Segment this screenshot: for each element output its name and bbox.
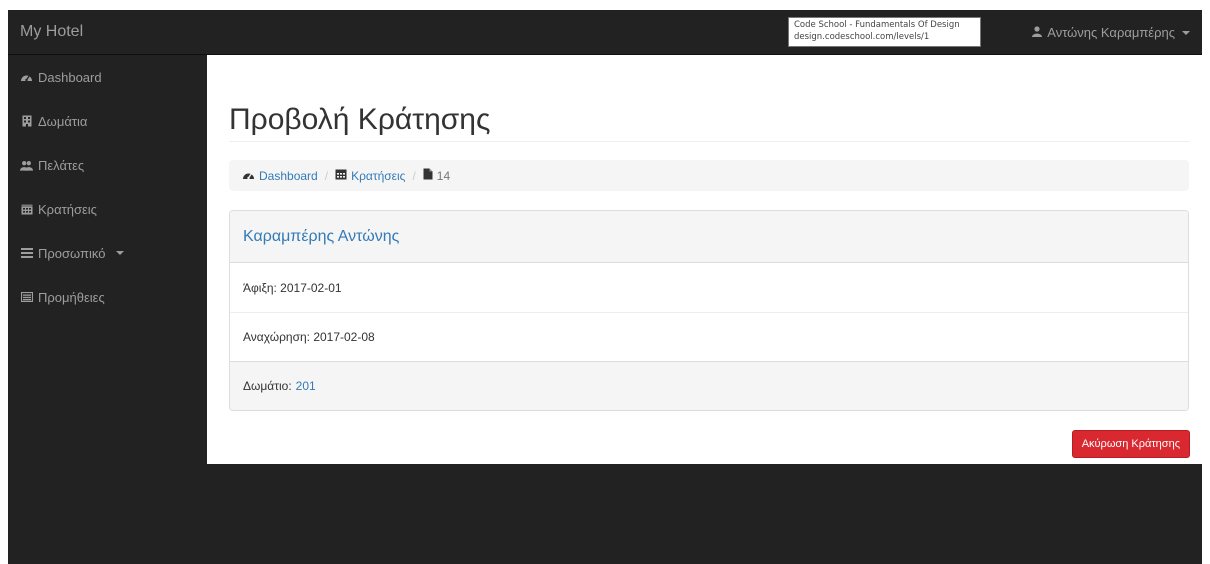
user-icon (1032, 25, 1043, 40)
users-icon (20, 159, 33, 172)
breadcrumb-item-current: 14 (423, 168, 450, 183)
tooltip-title: Code School - Fundamentals Of Design (794, 20, 960, 30)
panel-heading: Καραμπέρης Αντώνης (230, 211, 1188, 263)
arrival-row: Άφιξη: 2017-02-01 (243, 280, 342, 295)
top-navbar: My Hotel Code School - Fundamentals Of D… (8, 10, 1202, 55)
room-row: Δωμάτιο: 201 (230, 361, 1188, 410)
sidebar-item-supplies[interactable]: Προμήθειες (8, 275, 207, 319)
building-icon (20, 115, 33, 128)
calendar-icon (335, 168, 347, 183)
tooltip-url: design.codeschool.com/levels/1 (794, 32, 930, 42)
sidebar-item-label: Κρατήσεις (38, 201, 97, 217)
sidebar-item-label: Προμήθειες (38, 289, 105, 305)
app-window: My Hotel Code School - Fundamentals Of D… (8, 10, 1202, 564)
sidebar-item-label: Dashboard (38, 70, 102, 85)
sidebar-item-dashboard[interactable]: Dashboard (8, 56, 207, 99)
page-title: Προβολή Κράτησης (229, 103, 491, 136)
sidebar-item-label: Δωμάτια (38, 113, 88, 129)
cancel-reservation-button[interactable]: Ακύρωση Κράτησης (1071, 430, 1190, 458)
room-label: Δωμάτιο: (243, 379, 292, 393)
room-link[interactable]: 201 (296, 379, 316, 393)
sidebar-item-customers[interactable]: Πελάτες (8, 143, 207, 187)
sidebar-item-label: Πελάτες (38, 157, 85, 173)
reservation-panel: Καραμπέρης Αντώνης Άφιξη: 2017-02-01 Ανα… (229, 210, 1189, 411)
breadcrumb-label: Κρατήσεις (351, 168, 406, 183)
sidebar-item-rooms[interactable]: Δωμάτια (8, 99, 207, 143)
title-divider (229, 141, 1189, 142)
breadcrumb-separator: / (412, 168, 416, 183)
breadcrumb-separator: / (324, 168, 329, 183)
chevron-down-icon (116, 251, 125, 255)
list-alt-icon (20, 291, 33, 304)
chevron-down-icon (1182, 30, 1190, 35)
sidebar: Dashboard Δωμάτια Πελάτες Κρατήσεις Προσ… (8, 56, 207, 319)
brand-link[interactable]: My Hotel (20, 23, 83, 41)
user-menu[interactable]: Αντώνης Καραμπέρης (1032, 25, 1190, 40)
file-icon (423, 168, 433, 183)
calendar-icon (20, 203, 33, 216)
user-name: Αντώνης Καραμπέρης (1047, 25, 1175, 40)
dashboard-icon (20, 70, 33, 83)
link-tooltip: Code School - Fundamentals Of Design des… (788, 17, 981, 47)
sidebar-item-reservations[interactable]: Κρατήσεις (8, 187, 207, 231)
sidebar-item-staff[interactable]: Προσωπικό (8, 231, 207, 275)
breadcrumb-label: 14 (436, 168, 451, 183)
dashboard-icon (242, 169, 255, 183)
breadcrumb-item-reservations[interactable]: Κρατήσεις (335, 168, 405, 183)
breadcrumb-item-dashboard[interactable]: Dashboard (242, 169, 318, 183)
breadcrumb: Dashboard / Κρατήσεις / 14 (229, 160, 1189, 191)
sidebar-item-label: Προσωπικό (38, 245, 106, 261)
guest-name: Καραμπέρης Αντώνης (243, 227, 400, 245)
departure-row: Αναχώρηση: 2017-02-08 (230, 312, 1188, 361)
breadcrumb-label: Dashboard (259, 168, 318, 183)
main-content: Προβολή Κράτησης Dashboard / Κρατήσεις / (207, 55, 1202, 464)
list-icon (20, 247, 33, 260)
